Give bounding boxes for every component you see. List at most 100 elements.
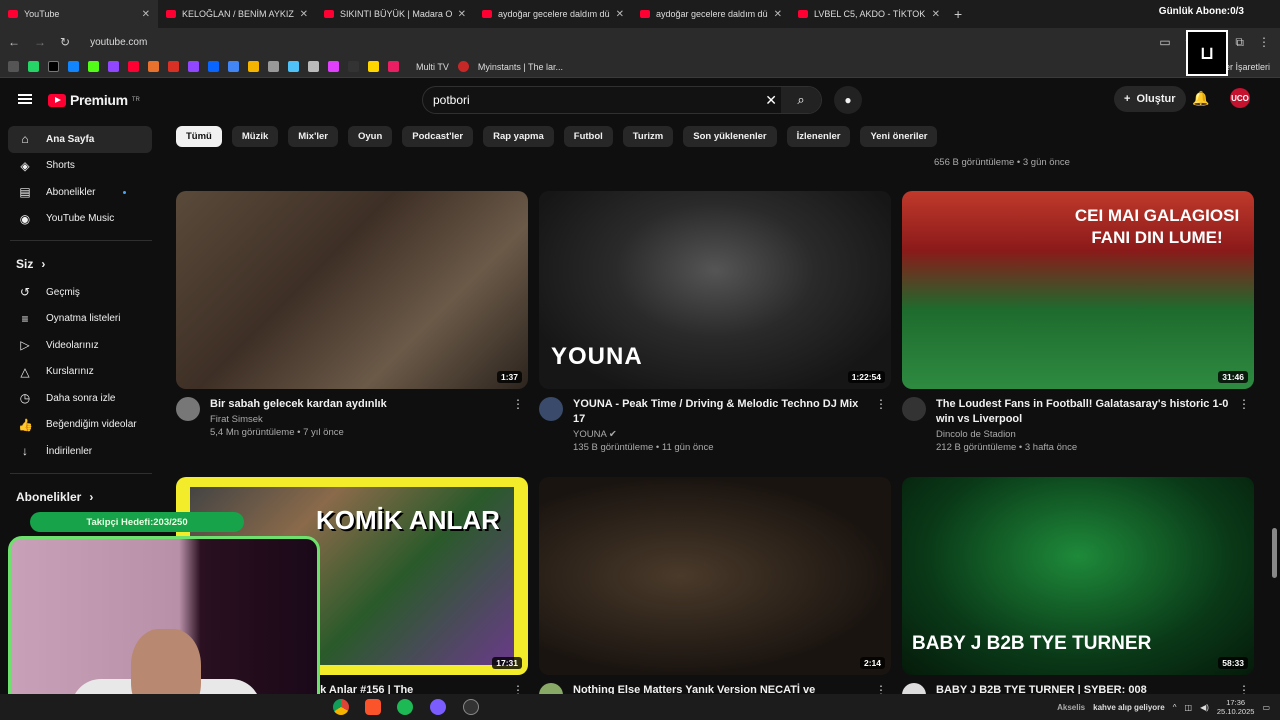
close-tab-icon[interactable]: ✕: [774, 9, 782, 20]
chrome-icon[interactable]: [333, 699, 349, 715]
meta-icon[interactable]: [208, 61, 219, 72]
sidebar-item-watch-later[interactable]: ◷ Daha sonra izle: [0, 385, 152, 412]
volume-icon[interactable]: ◀): [1200, 703, 1209, 712]
extensions-icon[interactable]: ⧉: [1235, 35, 1244, 50]
voice-search-icon[interactable]: ●: [834, 86, 862, 114]
messenger-icon[interactable]: [430, 699, 446, 715]
bookmark-icon[interactable]: [308, 61, 319, 72]
bookmark-icon[interactable]: [348, 61, 359, 72]
bookmark-myinstants[interactable]: Myinstants | The lar...: [478, 62, 563, 72]
video-thumbnail[interactable]: YOUNA 1:22:54: [539, 191, 891, 389]
twitch-icon[interactable]: [108, 61, 119, 72]
bookmark-icon[interactable]: [168, 61, 179, 72]
bluesky-icon[interactable]: [68, 61, 79, 72]
clear-search-icon[interactable]: ✕: [765, 92, 777, 109]
close-tab-icon[interactable]: ✕: [932, 9, 940, 20]
video-title[interactable]: YOUNA - Peak Time / Driving & Melodic Te…: [573, 397, 869, 427]
video-thumbnail[interactable]: 2:14: [539, 477, 891, 675]
close-tab-icon[interactable]: ✕: [458, 9, 466, 20]
bookmark-icon[interactable]: [328, 61, 339, 72]
channel-name[interactable]: Firat Simsek: [210, 414, 506, 425]
all-bookmarks-link[interactable]: er İşaretleri: [1225, 62, 1270, 72]
video-card[interactable]: 1:37 Bir sabah gelecek kardan aydınlık F…: [176, 191, 528, 438]
video-thumbnail[interactable]: CEI MAI GALAGIOSI FANI DIN LUME! 31:46: [902, 191, 1254, 389]
more-options-icon[interactable]: ⋮: [512, 397, 524, 411]
back-icon[interactable]: ←: [8, 35, 20, 49]
notifications-bell-icon[interactable]: 🔔: [1192, 90, 1209, 107]
browser-tab[interactable]: LVBEL C5, AKDO - TİKTOK - You✕: [790, 0, 948, 28]
close-tab-icon[interactable]: ✕: [142, 9, 150, 20]
video-card[interactable]: YOUNA 1:22:54 YOUNA - Peak Time / Drivin…: [539, 191, 891, 453]
chip[interactable]: Son yüklenenler: [683, 126, 777, 147]
url-field[interactable]: youtube.com: [90, 37, 147, 48]
browser-tab[interactable]: KELOĞLAN / BENİM AYKIZIM ✕: [158, 0, 316, 28]
brave-icon[interactable]: [365, 699, 381, 715]
chip[interactable]: Turizm: [622, 126, 674, 147]
network-icon[interactable]: ◫: [1185, 703, 1193, 712]
bookmark-icon[interactable]: [388, 61, 399, 72]
browser-tab[interactable]: aydoğar gecelere daldım düşün✕: [474, 0, 632, 28]
bookmark-icon[interactable]: [248, 61, 259, 72]
youtube-logo[interactable]: Premium TR: [48, 92, 140, 108]
sidebar-subscriptions-header[interactable]: Abonelikler ›: [0, 482, 160, 512]
sidebar-item-your-videos[interactable]: ▷ Videolarınız: [0, 332, 152, 359]
video-card[interactable]: BABY J B2B TYE TURNER 58:33 BABY J B2B T…: [902, 477, 1254, 707]
avatar[interactable]: UCO: [1230, 88, 1250, 108]
bookmark-icon[interactable]: [148, 61, 159, 72]
hamburger-menu-icon[interactable]: [18, 94, 32, 104]
new-tab-button[interactable]: +: [954, 6, 962, 22]
sidebar-item-history[interactable]: ↺ Geçmiş: [0, 279, 152, 306]
sidebar-item-playlists[interactable]: ≡ Oynatma listeleri: [0, 306, 152, 333]
more-options-icon[interactable]: ⋮: [1238, 397, 1250, 411]
forward-icon[interactable]: →: [34, 35, 46, 49]
channel-avatar[interactable]: [902, 397, 926, 421]
channel-avatar[interactable]: [539, 397, 563, 421]
sidebar-item-liked-videos[interactable]: 👍 Beğendiğim videolar: [0, 412, 152, 439]
scrollbar[interactable]: [1272, 528, 1277, 578]
video-card[interactable]: 2:14 Nothing Else Matters Yanık Version …: [539, 477, 891, 713]
x-icon[interactable]: [48, 61, 59, 72]
search-input[interactable]: potbori ✕ ⌕: [422, 86, 822, 114]
browser-tab[interactable]: SIKINTI BÜYÜK | Madara Olduk✕: [316, 0, 474, 28]
bookmark-icon[interactable]: [268, 61, 279, 72]
channel-name[interactable]: Dincolo de Stadion: [936, 429, 1232, 440]
obs-icon[interactable]: [463, 699, 479, 715]
sidebar-you-header[interactable]: Siz ›: [0, 249, 160, 279]
sidebar-item-subscriptions[interactable]: ▤ Abonelikler: [0, 179, 152, 206]
chip[interactable]: Tümü: [176, 126, 222, 147]
browser-tab[interactable]: aydoğar gecelere daldım düşün✕: [632, 0, 790, 28]
bookmark-icon[interactable]: [28, 61, 39, 72]
apps-icon[interactable]: [8, 61, 19, 72]
create-button[interactable]: + Oluştur: [1114, 86, 1186, 112]
video-thumbnail[interactable]: BABY J B2B TYE TURNER 58:33: [902, 477, 1254, 675]
chip[interactable]: Rap yapma: [483, 126, 554, 147]
chip[interactable]: Futbol: [563, 126, 613, 147]
close-tab-icon[interactable]: ✕: [300, 9, 308, 20]
video-title[interactable]: Bir sabah gelecek kardan aydınlık: [210, 397, 506, 412]
chip[interactable]: Mix'ler: [288, 126, 338, 147]
channel-avatar[interactable]: [176, 397, 200, 421]
search-button[interactable]: ⌕: [781, 87, 821, 113]
spotify-icon[interactable]: [397, 699, 413, 715]
menu-icon[interactable]: ⋮: [1258, 35, 1270, 50]
kick-icon[interactable]: [88, 61, 99, 72]
more-options-icon[interactable]: ⋮: [875, 397, 887, 411]
chevron-up-icon[interactable]: ^: [1173, 703, 1177, 712]
bookmark-icon[interactable]: [368, 61, 379, 72]
clock[interactable]: 17:36 25.10.2025: [1217, 698, 1255, 716]
youtube-icon[interactable]: [128, 61, 139, 72]
video-card[interactable]: CEI MAI GALAGIOSI FANI DIN LUME! 31:46 T…: [902, 191, 1254, 453]
chip[interactable]: Podcast'ler: [402, 126, 474, 147]
sidebar-item-downloads[interactable]: ↓ İndirilenler: [0, 438, 152, 465]
close-tab-icon[interactable]: ✕: [616, 9, 624, 20]
video-title[interactable]: The Loudest Fans in Football! Galatasara…: [936, 397, 1232, 427]
sidebar-item-courses[interactable]: △ Kurslarınız: [0, 359, 152, 386]
sidebar-item-home[interactable]: ⌂ Ana Sayfa: [8, 126, 152, 153]
sidebar-item-shorts[interactable]: ◈ Shorts: [0, 153, 152, 180]
channel-name[interactable]: YOUNA ✔: [573, 429, 869, 440]
bookmark-multi-tv[interactable]: Multi TV: [416, 62, 449, 72]
chip[interactable]: Müzik: [231, 126, 279, 147]
bookmark-icon[interactable]: [228, 61, 239, 72]
browser-tab[interactable]: YouTube ✕: [0, 0, 158, 28]
bookmark-icon[interactable]: [188, 61, 199, 72]
